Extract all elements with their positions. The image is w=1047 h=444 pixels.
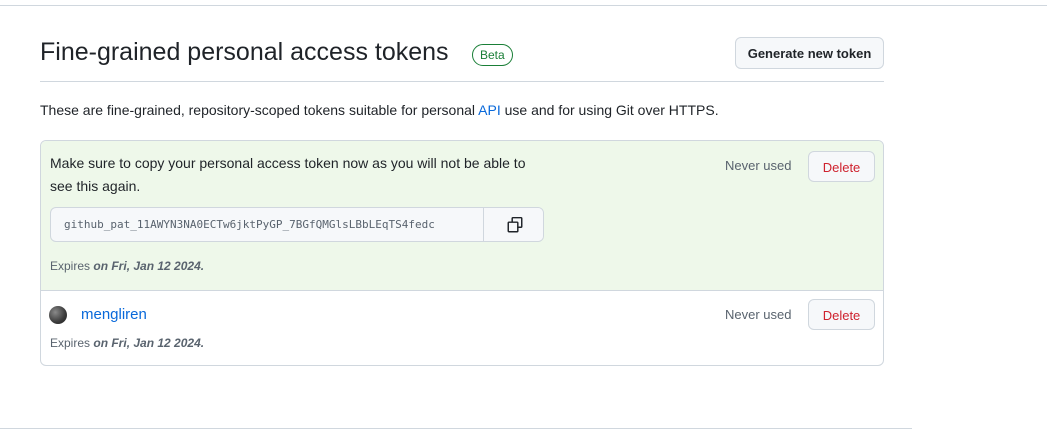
api-link[interactable]: API <box>478 102 501 118</box>
new-token-row: Make sure to copy your personal access t… <box>41 141 883 291</box>
delete-button[interactable]: Delete <box>808 151 875 182</box>
expires-label: Expires <box>50 259 91 273</box>
delete-button[interactable]: Delete <box>808 299 875 330</box>
copy-notice: Make sure to copy your personal access t… <box>50 155 526 194</box>
copy-icon <box>507 216 523 233</box>
token-list: Make sure to copy your personal access t… <box>40 140 884 366</box>
generate-new-token-button[interactable]: Generate new token <box>735 37 884 69</box>
description: These are fine-grained, repository-scope… <box>40 102 719 118</box>
token-name-link[interactable]: mengliren <box>81 306 147 323</box>
avatar <box>49 306 67 324</box>
page-header: Fine-grained personal access tokens Beta… <box>40 36 884 82</box>
token-value-field[interactable] <box>51 208 483 241</box>
description-text-before: These are fine-grained, repository-scope… <box>40 102 479 118</box>
expires-label: Expires <box>50 336 91 350</box>
copy-button[interactable] <box>483 208 543 241</box>
page-title: Fine-grained personal access tokens <box>40 38 449 66</box>
expires-date: on Fri, Jan 12 2024. <box>93 259 205 273</box>
token-clipboard-group <box>50 207 544 242</box>
usage-status: Never used <box>725 307 792 322</box>
expires-date: on Fri, Jan 12 2024. <box>93 336 205 350</box>
bottom-divider <box>0 428 912 429</box>
usage-status: Never used <box>725 158 792 173</box>
token-expiry: Expires on Fri, Jan 12 2024. <box>50 336 204 350</box>
new-token-expiry: Expires on Fri, Jan 12 2024. <box>50 259 204 273</box>
beta-badge: Beta <box>472 44 513 66</box>
description-text-after: use and for using Git over HTTPS. <box>500 102 719 118</box>
top-divider <box>0 5 1047 6</box>
